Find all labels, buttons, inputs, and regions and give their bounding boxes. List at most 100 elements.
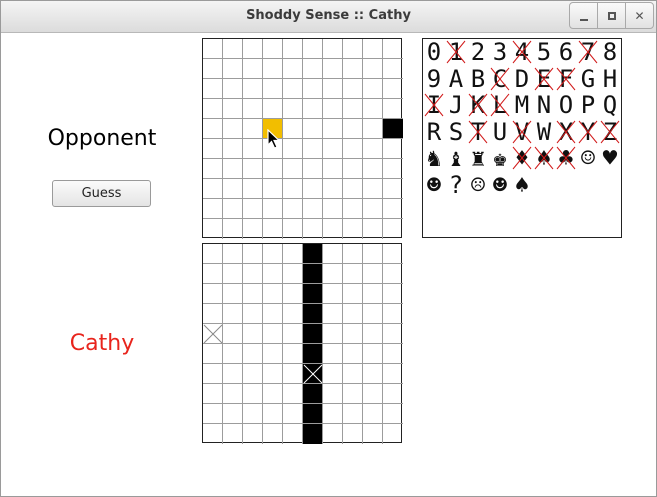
grid-cell[interactable] bbox=[343, 139, 363, 159]
grid-cell[interactable] bbox=[243, 99, 263, 119]
grid-cell[interactable] bbox=[343, 199, 363, 219]
grid-cell[interactable] bbox=[283, 219, 303, 239]
symbol-option[interactable]: 5 bbox=[533, 39, 555, 65]
grid-cell[interactable] bbox=[303, 119, 323, 139]
symbol-option[interactable]: O bbox=[555, 92, 577, 118]
grid-cell[interactable] bbox=[283, 179, 303, 199]
grid-cell[interactable] bbox=[283, 159, 303, 179]
grid-cell[interactable] bbox=[383, 59, 403, 79]
symbol-option[interactable]: 4 bbox=[511, 39, 533, 65]
grid-cell[interactable] bbox=[363, 119, 383, 139]
symbol-option[interactable]: ♠ bbox=[511, 172, 533, 198]
grid-cell[interactable] bbox=[263, 39, 283, 59]
grid-cell[interactable] bbox=[303, 99, 323, 119]
grid-cell[interactable] bbox=[263, 99, 283, 119]
grid-cell[interactable] bbox=[263, 159, 283, 179]
grid-cell[interactable] bbox=[283, 79, 303, 99]
grid-cell[interactable] bbox=[203, 39, 223, 59]
grid-cell[interactable] bbox=[263, 219, 283, 239]
grid-cell[interactable] bbox=[383, 139, 403, 159]
symbol-option[interactable]: J bbox=[445, 92, 467, 118]
symbol-option[interactable]: W bbox=[533, 119, 555, 145]
close-button[interactable]: ✕ bbox=[625, 2, 654, 29]
grid-cell[interactable] bbox=[263, 79, 283, 99]
grid-cell[interactable] bbox=[303, 79, 323, 99]
grid-cell[interactable] bbox=[383, 79, 403, 99]
symbol-option[interactable]: ♜ bbox=[467, 145, 489, 171]
symbol-option[interactable]: 9 bbox=[423, 66, 445, 92]
grid-cell[interactable] bbox=[303, 159, 323, 179]
symbol-option[interactable]: V bbox=[511, 119, 533, 145]
symbol-option[interactable]: L bbox=[489, 92, 511, 118]
grid-cell[interactable] bbox=[243, 159, 263, 179]
grid-cell[interactable] bbox=[323, 139, 343, 159]
symbol-option[interactable]: 2 bbox=[467, 39, 489, 65]
grid-cell[interactable] bbox=[383, 179, 403, 199]
symbol-option[interactable]: S bbox=[445, 119, 467, 145]
symbol-option[interactable]: ☺ bbox=[577, 145, 599, 171]
symbol-option[interactable]: I bbox=[423, 92, 445, 118]
symbol-option[interactable]: ♚ bbox=[489, 145, 511, 171]
symbol-option[interactable]: U bbox=[489, 119, 511, 145]
grid-cell[interactable] bbox=[343, 39, 363, 59]
grid-cell[interactable] bbox=[343, 179, 363, 199]
grid-cell[interactable] bbox=[383, 99, 403, 119]
grid-cell[interactable] bbox=[223, 159, 243, 179]
symbol-option[interactable]: F bbox=[555, 66, 577, 92]
grid-cell[interactable] bbox=[283, 39, 303, 59]
grid-cell[interactable] bbox=[203, 159, 223, 179]
symbol-option[interactable]: ☻ bbox=[489, 172, 511, 198]
symbol-option[interactable]: Q bbox=[599, 92, 621, 118]
grid-cell[interactable] bbox=[323, 119, 343, 139]
symbol-option[interactable]: G bbox=[577, 66, 599, 92]
grid-cell[interactable] bbox=[243, 139, 263, 159]
grid-cell[interactable] bbox=[363, 59, 383, 79]
grid-cell[interactable] bbox=[203, 199, 223, 219]
grid-cell[interactable] bbox=[363, 159, 383, 179]
symbol-option[interactable]: B bbox=[467, 66, 489, 92]
symbol-option[interactable]: E bbox=[533, 66, 555, 92]
minimize-button[interactable] bbox=[569, 2, 598, 29]
grid-cell[interactable] bbox=[203, 179, 223, 199]
symbol-option[interactable]: 7 bbox=[577, 39, 599, 65]
symbol-option[interactable]: K bbox=[467, 92, 489, 118]
grid-cell[interactable] bbox=[303, 139, 323, 159]
grid-cell[interactable] bbox=[343, 59, 363, 79]
grid-cell[interactable] bbox=[203, 79, 223, 99]
guess-button[interactable]: Guess bbox=[52, 180, 151, 207]
grid-cell[interactable] bbox=[243, 119, 263, 139]
grid-cell[interactable] bbox=[363, 99, 383, 119]
symbol-option[interactable]: A bbox=[445, 66, 467, 92]
grid-cell[interactable] bbox=[223, 39, 243, 59]
grid-cell[interactable] bbox=[343, 79, 363, 99]
grid-cell[interactable] bbox=[243, 59, 263, 79]
grid-cell[interactable] bbox=[223, 99, 243, 119]
grid-cell[interactable] bbox=[363, 139, 383, 159]
symbol-option[interactable]: ♝ bbox=[445, 145, 467, 171]
grid-cell[interactable] bbox=[243, 79, 263, 99]
grid-cell[interactable] bbox=[303, 199, 323, 219]
maximize-button[interactable] bbox=[597, 2, 626, 29]
symbol-option[interactable]: D bbox=[511, 66, 533, 92]
grid-cell[interactable] bbox=[203, 59, 223, 79]
title-bar[interactable]: Shoddy Sense :: Cathy ✕ bbox=[1, 1, 656, 33]
grid-cell[interactable] bbox=[383, 39, 403, 59]
symbol-option[interactable]: R bbox=[423, 119, 445, 145]
symbol-option[interactable]: X bbox=[555, 119, 577, 145]
symbol-option[interactable]: T bbox=[467, 119, 489, 145]
symbol-option[interactable]: ☻ bbox=[423, 172, 445, 198]
symbol-option[interactable]: N bbox=[533, 92, 555, 118]
grid-cell[interactable] bbox=[383, 159, 403, 179]
grid-cell[interactable] bbox=[223, 79, 243, 99]
symbol-option[interactable]: ♦ bbox=[511, 145, 533, 171]
grid-cell[interactable] bbox=[363, 39, 383, 59]
grid-cell[interactable] bbox=[203, 99, 223, 119]
grid-cell[interactable] bbox=[223, 59, 243, 79]
symbol-option[interactable]: H bbox=[599, 66, 621, 92]
grid-cell[interactable] bbox=[343, 219, 363, 239]
symbol-option[interactable]: Y bbox=[577, 119, 599, 145]
grid-cell[interactable] bbox=[343, 159, 363, 179]
grid-cell[interactable] bbox=[263, 179, 283, 199]
grid-cell[interactable] bbox=[203, 139, 223, 159]
symbol-option[interactable]: 1 bbox=[445, 39, 467, 65]
